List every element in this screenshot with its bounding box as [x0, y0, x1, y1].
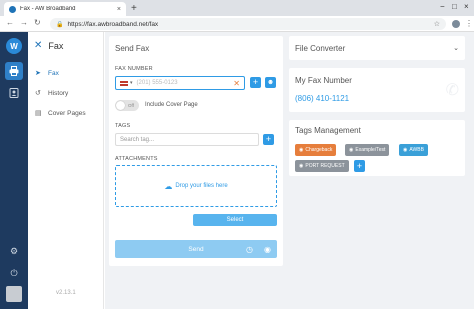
- tag-chargeback[interactable]: ◉ Chargeback: [295, 144, 337, 156]
- sidebar-header: ✕ Fax: [34, 40, 63, 51]
- rail-settings-button[interactable]: ⚙: [5, 242, 23, 260]
- tag-label: PORT REQUEST: [305, 163, 345, 169]
- tag-example-test[interactable]: ◉ Example/Test: [345, 144, 390, 156]
- plus-icon: +: [356, 160, 363, 171]
- lock-icon: 🔒: [56, 21, 64, 28]
- new-tab-button[interactable]: +: [131, 3, 137, 14]
- tags-management-title: Tags Management: [295, 126, 361, 135]
- tag-awbb[interactable]: ◉ AWBB: [399, 144, 428, 156]
- maximize-icon[interactable]: □: [452, 2, 457, 11]
- browser-tab-bar: Fax - AW Broadband × + − □ ×: [0, 0, 474, 16]
- schedule-icon[interactable]: ◷: [246, 245, 253, 254]
- add-number-button[interactable]: +: [250, 77, 261, 88]
- fax-number-placeholder: (201) 555-0123: [136, 80, 178, 86]
- fax-sidebar: ✕ Fax ➤ Fax ↺ History ▤ Cover Pages v2.1…: [28, 32, 104, 309]
- contact-picker-button[interactable]: ☻: [265, 77, 276, 88]
- browser-toolbar: ← → ↻ 🔒 https://fax.awbroadband.net/fax …: [0, 16, 474, 32]
- file-converter-title: File Converter: [295, 44, 346, 53]
- tag-label: AWBB: [409, 147, 424, 153]
- chevron-down-icon[interactable]: ⌄: [453, 44, 459, 52]
- sidebar-item-label: Cover Pages: [48, 109, 86, 117]
- profile-icon[interactable]: [452, 20, 460, 28]
- url-text: https://fax.awbroadband.net/fax: [67, 20, 159, 28]
- tab-title: Fax - AW Broadband: [20, 6, 76, 12]
- tag-label: Example/Test: [355, 147, 386, 153]
- send-button[interactable]: Send ◷ ◉: [115, 240, 277, 258]
- sidebar-item-fax[interactable]: ➤ Fax: [32, 66, 100, 80]
- rail-contacts-button[interactable]: [5, 84, 23, 102]
- fax-number-field[interactable]: ▾ (201) 555-0123 ✕: [115, 76, 245, 90]
- us-flag-icon: [120, 80, 128, 86]
- address-bar[interactable]: 🔒 https://fax.awbroadband.net/fax ☆: [50, 18, 446, 30]
- plus-icon: +: [252, 77, 259, 87]
- tag-label: Chargeback: [305, 147, 333, 153]
- power-icon: ⏻: [10, 267, 18, 278]
- tag-search-input[interactable]: Search tag...: [115, 133, 259, 146]
- add-tag-button[interactable]: +: [263, 134, 274, 145]
- attachments-label: ATTACHMENTS: [115, 156, 158, 162]
- app-rail: W ⚙ ⏻: [0, 32, 28, 309]
- gear-icon: ⚙: [9, 245, 19, 256]
- contacts-icon: [9, 88, 19, 98]
- my-fax-number-value: (806) 410-1121: [295, 94, 350, 103]
- drop-text: Drop your files here: [175, 183, 228, 189]
- select-files-button[interactable]: Select: [193, 214, 277, 226]
- phone-icon: ✆: [445, 82, 459, 99]
- menu-icon[interactable]: ⋮: [465, 19, 473, 28]
- close-icon[interactable]: ✕: [34, 40, 42, 51]
- my-fax-number-title: My Fax Number: [295, 76, 352, 85]
- sidebar-item-label: Fax: [48, 69, 59, 77]
- brand-logo: W: [6, 38, 22, 54]
- send-icon: ➤: [35, 70, 41, 77]
- avatar[interactable]: [6, 286, 22, 302]
- send-fax-title: Send Fax: [115, 44, 150, 53]
- eye-icon: ◉: [299, 163, 304, 169]
- tag-port-request[interactable]: ◉ PORT REQUEST: [295, 160, 349, 172]
- star-icon[interactable]: ☆: [434, 20, 440, 28]
- tag-search-placeholder: Search tag...: [120, 136, 155, 143]
- favicon-icon: [9, 5, 16, 13]
- tags-management-card: Tags Management ◉ Chargeback ◉ Example/T…: [289, 120, 465, 176]
- printer-icon: [9, 66, 19, 76]
- toggle-state: Off: [128, 103, 134, 108]
- sidebar-title: Fax: [48, 40, 64, 51]
- browser-tab[interactable]: Fax - AW Broadband ×: [4, 2, 126, 16]
- clear-icon[interactable]: ✕: [233, 79, 240, 88]
- send-fax-card: Send Fax FAX NUMBER ▾ (201) 555-0123 ✕ +…: [109, 36, 283, 266]
- sidebar-item-cover-pages[interactable]: ▤ Cover Pages: [32, 106, 100, 120]
- toggle-knob: [116, 101, 125, 110]
- file-converter-card[interactable]: File Converter ⌄: [289, 36, 465, 60]
- fax-number-label: FAX NUMBER: [115, 66, 153, 72]
- back-icon[interactable]: ←: [6, 18, 14, 27]
- chevron-down-icon[interactable]: ▾: [130, 80, 133, 86]
- my-fax-number-card: My Fax Number (806) 410-1121 ✆: [289, 68, 465, 112]
- version-label: v2.13.1: [56, 290, 76, 296]
- eye-icon: ◉: [349, 147, 354, 153]
- eye-icon: ◉: [299, 147, 304, 153]
- rail-power-button[interactable]: ⏻: [5, 264, 23, 282]
- add-tag-management-button[interactable]: +: [354, 160, 365, 172]
- main-content: Send Fax FAX NUMBER ▾ (201) 555-0123 ✕ +…: [105, 32, 474, 309]
- send-label: Send: [188, 245, 204, 253]
- plus-icon: +: [265, 134, 272, 144]
- cover-page-label: Include Cover Page: [145, 102, 198, 108]
- tags-label: TAGS: [115, 123, 131, 129]
- document-icon: ▤: [35, 110, 42, 117]
- reload-icon[interactable]: ↻: [34, 18, 41, 27]
- sidebar-item-history[interactable]: ↺ History: [32, 86, 100, 100]
- eye-icon[interactable]: ◉: [264, 245, 271, 254]
- cloud-upload-icon: ☁: [164, 181, 173, 191]
- tab-close-icon[interactable]: ×: [117, 6, 121, 13]
- file-drop-zone[interactable]: ☁ Drop your files here: [115, 165, 277, 207]
- sidebar-item-label: History: [48, 89, 69, 97]
- cover-page-toggle[interactable]: Off: [115, 100, 139, 111]
- contact-icon: ☻: [266, 79, 275, 86]
- rail-fax-button[interactable]: [5, 62, 23, 80]
- minimize-icon[interactable]: −: [440, 2, 445, 11]
- history-icon: ↺: [35, 90, 41, 97]
- forward-icon[interactable]: →: [20, 18, 28, 27]
- eye-icon: ◉: [403, 147, 408, 153]
- window-close-icon[interactable]: ×: [464, 2, 469, 11]
